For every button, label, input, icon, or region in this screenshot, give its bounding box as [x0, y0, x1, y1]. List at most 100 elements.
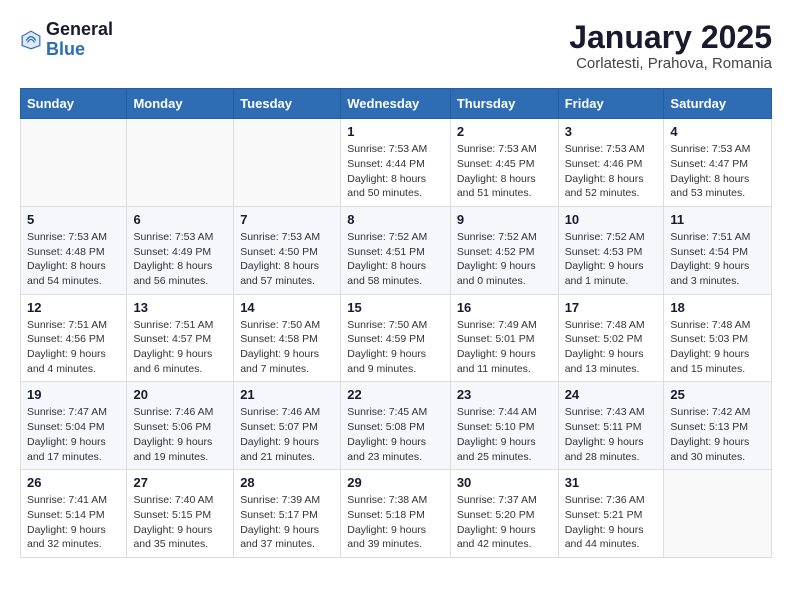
day-info: Sunrise: 7:49 AM Sunset: 5:01 PM Dayligh…: [457, 318, 552, 377]
day-info: Sunrise: 7:41 AM Sunset: 5:14 PM Dayligh…: [27, 493, 120, 552]
calendar-cell: 16 Sunrise: 7:49 AM Sunset: 5:01 PM Dayli…: [450, 294, 558, 382]
title-area: January 2025 Corlatesti, Prahova, Romani…: [569, 20, 772, 72]
calendar-cell: 8 Sunrise: 7:52 AM Sunset: 4:51 PM Daylig…: [341, 206, 451, 294]
day-info: Sunrise: 7:42 AM Sunset: 5:13 PM Dayligh…: [670, 405, 765, 464]
day-number: 6: [133, 212, 227, 227]
location-text: Corlatesti, Prahova, Romania: [569, 55, 772, 72]
day-info: Sunrise: 7:53 AM Sunset: 4:44 PM Dayligh…: [347, 142, 444, 201]
logo-blue-text: Blue: [46, 40, 113, 60]
calendar-cell: 25 Sunrise: 7:42 AM Sunset: 5:13 PM Dayli…: [664, 382, 772, 470]
day-info: Sunrise: 7:51 AM Sunset: 4:56 PM Dayligh…: [27, 318, 120, 377]
day-number: 30: [457, 475, 552, 490]
day-number: 16: [457, 300, 552, 315]
day-info: Sunrise: 7:48 AM Sunset: 5:03 PM Dayligh…: [670, 318, 765, 377]
week-row-4: 19 Sunrise: 7:47 AM Sunset: 5:04 PM Dayli…: [21, 382, 772, 470]
day-info: Sunrise: 7:39 AM Sunset: 5:17 PM Dayligh…: [240, 493, 334, 552]
calendar-cell: [127, 119, 234, 207]
day-info: Sunrise: 7:45 AM Sunset: 5:08 PM Dayligh…: [347, 405, 444, 464]
logo: General Blue: [20, 20, 113, 60]
day-number: 1: [347, 124, 444, 139]
calendar-cell: 21 Sunrise: 7:46 AM Sunset: 5:07 PM Dayli…: [234, 382, 341, 470]
calendar-cell: 17 Sunrise: 7:48 AM Sunset: 5:02 PM Dayli…: [558, 294, 664, 382]
weekday-header-thursday: Thursday: [450, 89, 558, 119]
weekday-header-saturday: Saturday: [664, 89, 772, 119]
day-info: Sunrise: 7:46 AM Sunset: 5:07 PM Dayligh…: [240, 405, 334, 464]
calendar-cell: [234, 119, 341, 207]
calendar-cell: 20Sunrise: 7:46 AM Sunset: 5:06 PM Dayli…: [127, 382, 234, 470]
day-info: Sunrise: 7:53 AM Sunset: 4:48 PM Dayligh…: [27, 230, 120, 289]
calendar-cell: 24 Sunrise: 7:43 AM Sunset: 5:11 PM Dayli…: [558, 382, 664, 470]
month-title: January 2025: [569, 20, 772, 55]
calendar-cell: 27 Sunrise: 7:40 AM Sunset: 5:15 PM Dayli…: [127, 470, 234, 558]
day-number: 2: [457, 124, 552, 139]
calendar-cell: 23 Sunrise: 7:44 AM Sunset: 5:10 PM Dayli…: [450, 382, 558, 470]
logo-text: General Blue: [46, 20, 113, 60]
day-number: 8: [347, 212, 444, 227]
calendar-cell: 12Sunrise: 7:51 AM Sunset: 4:56 PM Dayli…: [21, 294, 127, 382]
calendar-cell: 6 Sunrise: 7:53 AM Sunset: 4:49 PM Daylig…: [127, 206, 234, 294]
weekday-header-monday: Monday: [127, 89, 234, 119]
day-number: 20: [133, 387, 227, 402]
day-info: Sunrise: 7:52 AM Sunset: 4:51 PM Dayligh…: [347, 230, 444, 289]
calendar-cell: [664, 470, 772, 558]
day-number: 7: [240, 212, 334, 227]
day-info: Sunrise: 7:51 AM Sunset: 4:54 PM Dayligh…: [670, 230, 765, 289]
day-number: 22: [347, 387, 444, 402]
day-number: 21: [240, 387, 334, 402]
calendar-cell: 31 Sunrise: 7:36 AM Sunset: 5:21 PM Dayli…: [558, 470, 664, 558]
day-number: 31: [565, 475, 658, 490]
day-info: Sunrise: 7:38 AM Sunset: 5:18 PM Dayligh…: [347, 493, 444, 552]
calendar-cell: 5Sunrise: 7:53 AM Sunset: 4:48 PM Daylig…: [21, 206, 127, 294]
day-info: Sunrise: 7:40 AM Sunset: 5:15 PM Dayligh…: [133, 493, 227, 552]
day-number: 24: [565, 387, 658, 402]
calendar-cell: 19 Sunrise: 7:47 AM Sunset: 5:04 PM Dayli…: [21, 382, 127, 470]
weekday-header-wednesday: Wednesday: [341, 89, 451, 119]
calendar-cell: 18 Sunrise: 7:48 AM Sunset: 5:03 PM Dayli…: [664, 294, 772, 382]
day-info: Sunrise: 7:47 AM Sunset: 5:04 PM Dayligh…: [27, 405, 120, 464]
weekday-header-friday: Friday: [558, 89, 664, 119]
day-number: 29: [347, 475, 444, 490]
calendar-cell: 10 Sunrise: 7:52 AM Sunset: 4:53 PM Dayli…: [558, 206, 664, 294]
calendar-cell: 28 Sunrise: 7:39 AM Sunset: 5:17 PM Dayli…: [234, 470, 341, 558]
day-info: Sunrise: 7:50 AM Sunset: 4:59 PM Dayligh…: [347, 318, 444, 377]
calendar-cell: 2Sunrise: 7:53 AM Sunset: 4:45 PM Daylig…: [450, 119, 558, 207]
day-number: 27: [133, 475, 227, 490]
day-number: 25: [670, 387, 765, 402]
page-header: General Blue January 2025 Corlatesti, Pr…: [20, 20, 772, 72]
day-number: 23: [457, 387, 552, 402]
day-info: Sunrise: 7:37 AM Sunset: 5:20 PM Dayligh…: [457, 493, 552, 552]
day-number: 19: [27, 387, 120, 402]
calendar-cell: 26 Sunrise: 7:41 AM Sunset: 5:14 PM Dayli…: [21, 470, 127, 558]
logo-general-text: General: [46, 20, 113, 40]
day-number: 18: [670, 300, 765, 315]
week-row-2: 5Sunrise: 7:53 AM Sunset: 4:48 PM Daylig…: [21, 206, 772, 294]
day-number: 13: [133, 300, 227, 315]
weekday-header-row: SundayMondayTuesdayWednesdayThursdayFrid…: [21, 89, 772, 119]
day-info: Sunrise: 7:36 AM Sunset: 5:21 PM Dayligh…: [565, 493, 658, 552]
day-info: Sunrise: 7:53 AM Sunset: 4:50 PM Dayligh…: [240, 230, 334, 289]
weekday-header-sunday: Sunday: [21, 89, 127, 119]
day-info: Sunrise: 7:53 AM Sunset: 4:49 PM Dayligh…: [133, 230, 227, 289]
day-info: Sunrise: 7:43 AM Sunset: 5:11 PM Dayligh…: [565, 405, 658, 464]
week-row-3: 12Sunrise: 7:51 AM Sunset: 4:56 PM Dayli…: [21, 294, 772, 382]
day-number: 17: [565, 300, 658, 315]
calendar-cell: 13Sunrise: 7:51 AM Sunset: 4:57 PM Dayli…: [127, 294, 234, 382]
calendar-cell: 1 Sunrise: 7:53 AM Sunset: 4:44 PM Daylig…: [341, 119, 451, 207]
week-row-1: 1 Sunrise: 7:53 AM Sunset: 4:44 PM Daylig…: [21, 119, 772, 207]
day-number: 10: [565, 212, 658, 227]
calendar-table: SundayMondayTuesdayWednesdayThursdayFrid…: [20, 88, 772, 558]
day-number: 14: [240, 300, 334, 315]
calendar-cell: [21, 119, 127, 207]
day-info: Sunrise: 7:52 AM Sunset: 4:53 PM Dayligh…: [565, 230, 658, 289]
calendar-cell: 7 Sunrise: 7:53 AM Sunset: 4:50 PM Daylig…: [234, 206, 341, 294]
day-number: 28: [240, 475, 334, 490]
calendar-cell: 9Sunrise: 7:52 AM Sunset: 4:52 PM Daylig…: [450, 206, 558, 294]
calendar-cell: 29 Sunrise: 7:38 AM Sunset: 5:18 PM Dayli…: [341, 470, 451, 558]
day-number: 26: [27, 475, 120, 490]
calendar-cell: 4Sunrise: 7:53 AM Sunset: 4:47 PM Daylig…: [664, 119, 772, 207]
calendar-cell: 15Sunrise: 7:50 AM Sunset: 4:59 PM Dayli…: [341, 294, 451, 382]
day-info: Sunrise: 7:44 AM Sunset: 5:10 PM Dayligh…: [457, 405, 552, 464]
day-info: Sunrise: 7:48 AM Sunset: 5:02 PM Dayligh…: [565, 318, 658, 377]
weekday-header-tuesday: Tuesday: [234, 89, 341, 119]
calendar-cell: 22 Sunrise: 7:45 AM Sunset: 5:08 PM Dayli…: [341, 382, 451, 470]
